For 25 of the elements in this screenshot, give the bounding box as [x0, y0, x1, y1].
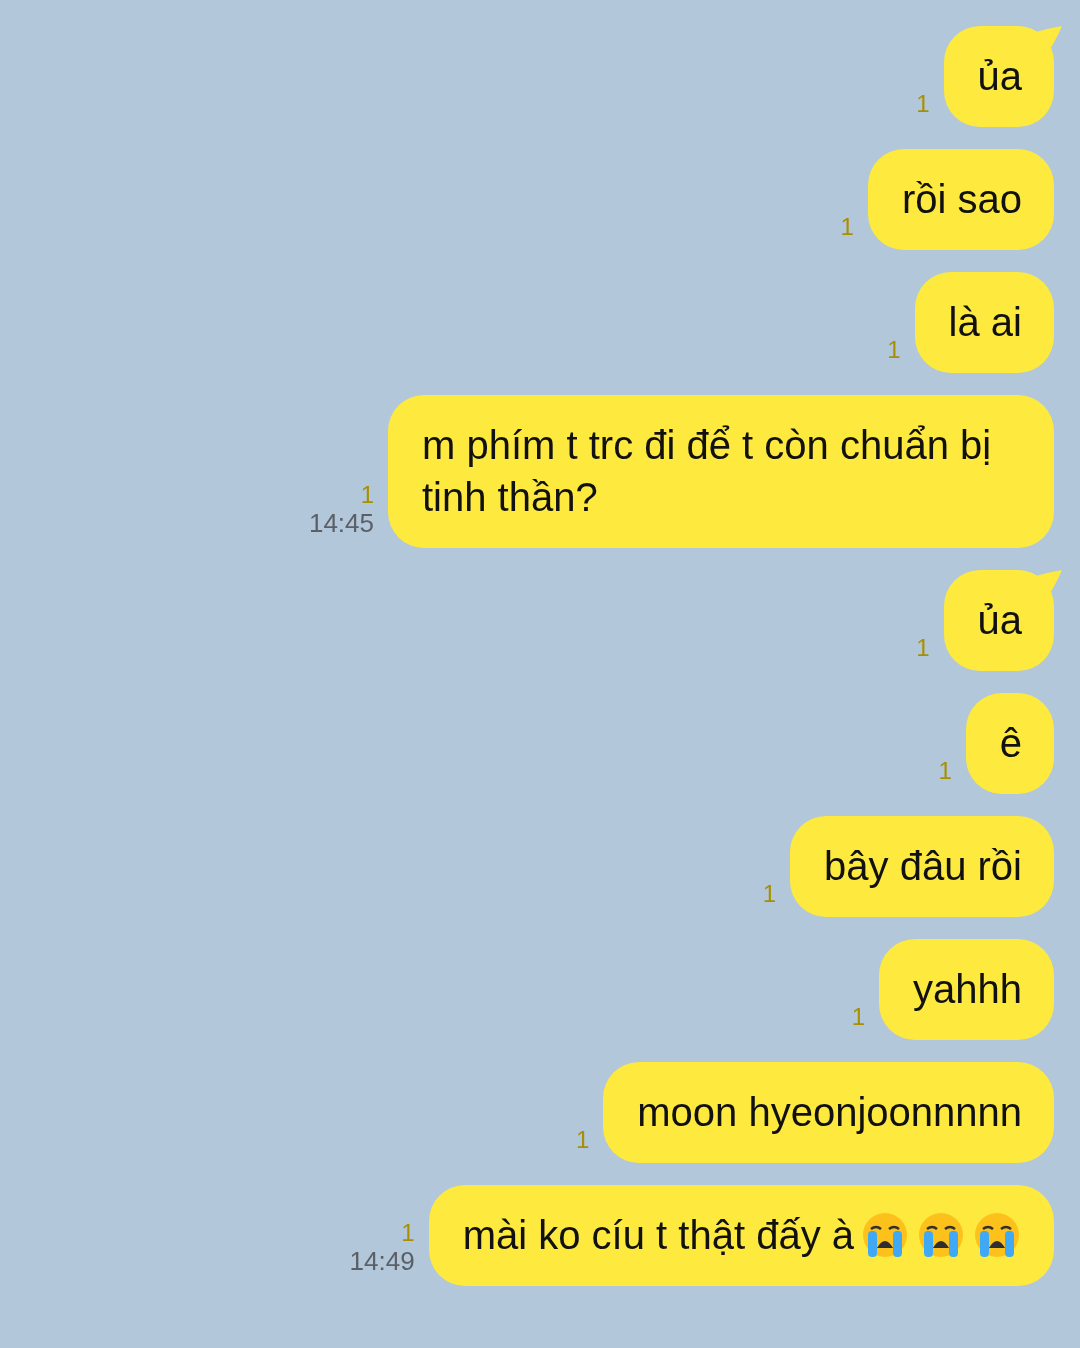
message-text: ủa — [977, 53, 1022, 100]
unread-count: 1 — [762, 881, 777, 907]
crying-face-icon — [916, 1210, 966, 1260]
message-time: 14:49 — [349, 1246, 415, 1276]
message-text: ủa — [977, 597, 1022, 644]
unread-count: 1 — [916, 91, 930, 117]
message-time: 14:45 — [308, 508, 374, 538]
unread-count: 1 — [401, 1220, 415, 1246]
crying-face-icon — [860, 1210, 910, 1260]
message-text: ê — [999, 720, 1022, 767]
unread-count: 1 — [851, 1004, 865, 1030]
unread-count: 1 — [575, 1127, 590, 1153]
message-text: bây đâu rồi — [824, 843, 1022, 890]
unread-count: 1 — [916, 635, 930, 661]
message-text: m phím t trc đi để t còn chuẩn bị tinh thần? — [422, 422, 993, 521]
crying-face-icon — [972, 1210, 1022, 1260]
message-text: là ai — [948, 299, 1022, 346]
message-text: mài ko cíu t thật đấy à — [462, 1212, 854, 1259]
unread-count: 1 — [938, 758, 952, 784]
unread-count: 1 — [887, 337, 901, 363]
unread-count: 1 — [360, 482, 374, 508]
unread-count: 1 — [840, 214, 854, 240]
message-text: yahhh — [913, 966, 1022, 1013]
message-text: rồi sao — [901, 176, 1022, 223]
message-text: moon hyeonjoonnnnn — [637, 1089, 1022, 1136]
